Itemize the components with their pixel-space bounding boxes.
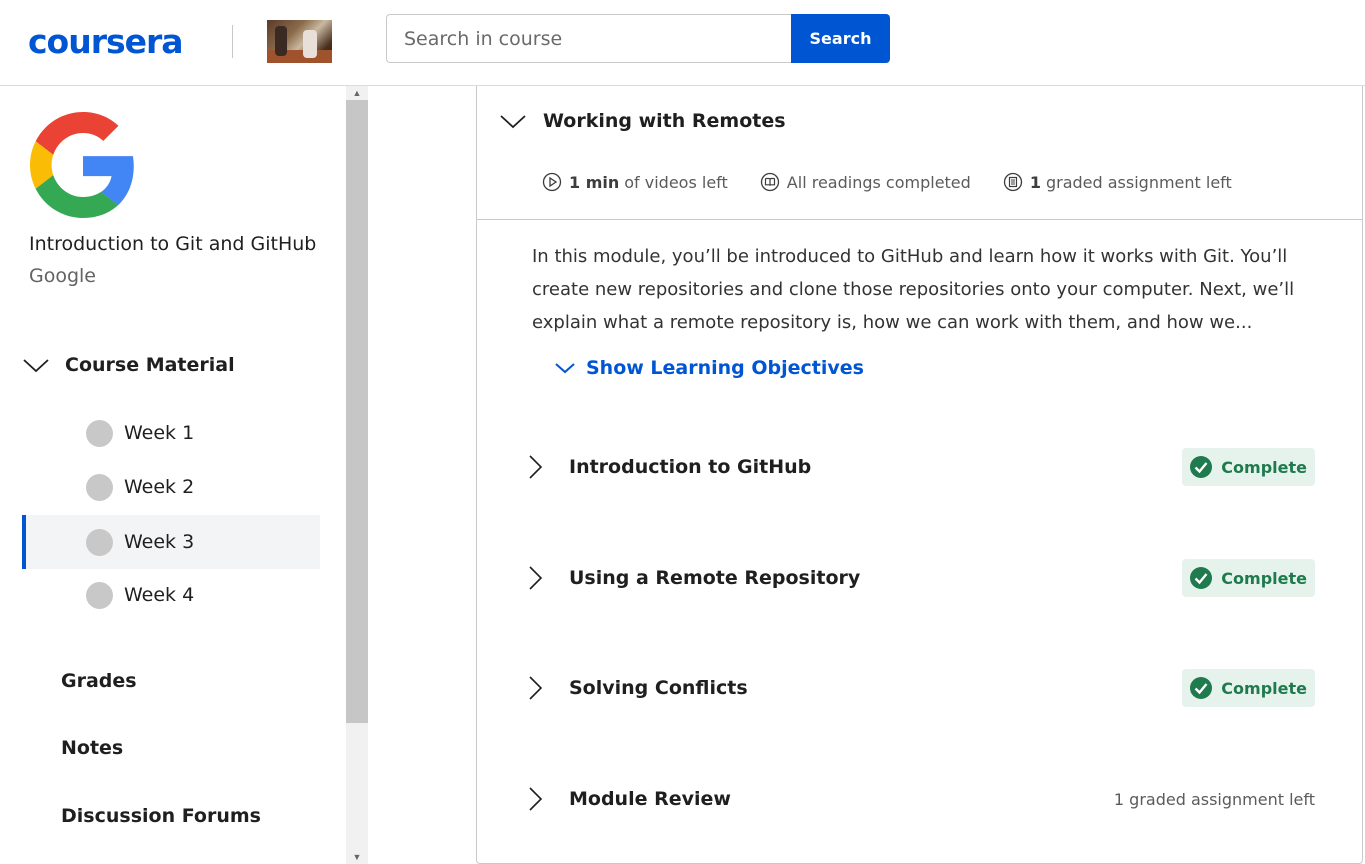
sidebar-item-notes[interactable]: Notes xyxy=(61,737,123,759)
videos-stat-value: 1 min xyxy=(569,172,620,192)
module-stats: 1 min of videos left All readings comple… xyxy=(542,172,1264,192)
chevron-right-icon xyxy=(529,676,543,700)
complete-badge: Complete xyxy=(1182,448,1315,486)
module-description: In this module, you’ll be introduced to … xyxy=(532,246,1295,333)
status-label: Complete xyxy=(1221,457,1307,477)
chevron-right-icon xyxy=(529,787,543,811)
week-label: Week 4 xyxy=(124,584,195,606)
sidebar: Introduction to Git and GitHub Google Co… xyxy=(0,86,346,864)
sidebar-item-week-4[interactable]: Week 4 xyxy=(22,568,320,622)
lesson-title: Solving Conflicts xyxy=(569,677,748,699)
search-button[interactable]: Search xyxy=(791,14,890,63)
week-progress-icon xyxy=(86,419,113,447)
google-logo-icon xyxy=(30,112,134,218)
module-collapse-toggle[interactable]: Working with Remotes xyxy=(499,110,786,132)
header-divider xyxy=(232,25,233,58)
lesson-row[interactable]: Solving Conflicts Complete xyxy=(527,668,1317,708)
scroll-up-arrow-icon[interactable]: ▲ xyxy=(346,86,368,100)
course-partner: Google xyxy=(29,265,97,287)
complete-badge: Complete xyxy=(1182,669,1315,707)
lesson-row[interactable]: Using a Remote Repository Complete xyxy=(527,558,1317,598)
show-learning-objectives-link[interactable]: Show Learning Objectives xyxy=(554,357,864,379)
course-material-label: Course Material xyxy=(65,354,235,376)
readings-stat: All readings completed xyxy=(760,172,971,192)
lesson-title: Using a Remote Repository xyxy=(569,567,861,589)
chevron-down-icon xyxy=(555,363,575,374)
top-header: coursera Search xyxy=(0,0,1365,86)
week-label: Week 2 xyxy=(124,476,195,498)
week-progress-icon xyxy=(86,581,113,609)
chevron-right-icon xyxy=(529,566,543,590)
status-label: Complete xyxy=(1221,568,1307,588)
partner-image xyxy=(267,20,332,63)
course-title[interactable]: Introduction to Git and GitHub xyxy=(29,233,316,255)
sidebar-item-week-2[interactable]: Week 2 xyxy=(22,460,320,514)
scroll-down-arrow-icon[interactable]: ▼ xyxy=(346,850,368,864)
readings-stat-text: All readings completed xyxy=(786,172,971,192)
status-label: Complete xyxy=(1221,678,1307,698)
book-open-icon xyxy=(760,172,779,192)
lesson-row[interactable]: Introduction to GitHub Complete xyxy=(527,447,1317,487)
videos-stat-text: of videos left xyxy=(624,172,728,192)
chevron-down-icon xyxy=(23,359,49,373)
lesson-meta: 1 graded assignment left xyxy=(1113,789,1315,809)
sidebar-item-week-1[interactable]: Week 1 xyxy=(22,406,320,460)
check-circle-icon xyxy=(1190,567,1213,589)
assignment-icon xyxy=(1003,172,1022,192)
show-learning-objectives-label: Show Learning Objectives xyxy=(586,357,864,379)
chevron-right-icon xyxy=(529,455,543,479)
search-input[interactable] xyxy=(386,14,792,63)
check-circle-icon xyxy=(1190,677,1213,699)
course-material-toggle[interactable]: Course Material xyxy=(22,354,235,376)
scrollbar-thumb[interactable] xyxy=(346,100,368,723)
coursera-logo[interactable]: coursera xyxy=(28,22,184,61)
complete-badge: Complete xyxy=(1182,559,1315,597)
play-circle-icon xyxy=(542,172,562,192)
sidebar-scrollbar[interactable]: ▲ ▼ xyxy=(346,86,368,864)
lesson-row[interactable]: Module Review 1 graded assignment left xyxy=(527,779,1317,819)
lesson-title: Module Review xyxy=(569,788,731,810)
assignments-stat-value: 1 xyxy=(1029,172,1041,192)
lesson-title: Introduction to GitHub xyxy=(569,456,812,478)
sidebar-item-discussion-forums[interactable]: Discussion Forums xyxy=(61,805,261,827)
assignments-stat-text: graded assignment left xyxy=(1045,172,1232,192)
module-title: Working with Remotes xyxy=(543,110,786,132)
week-progress-icon xyxy=(86,473,113,501)
week-label: Week 1 xyxy=(124,422,195,444)
videos-stat: 1 min of videos left xyxy=(542,172,728,192)
assignments-stat: 1 graded assignment left xyxy=(1003,172,1232,192)
week-label: Week 3 xyxy=(124,531,195,553)
module-header-divider xyxy=(477,219,1362,220)
module-card: Working with Remotes 1 min of videos lef… xyxy=(476,86,1363,864)
sidebar-item-week-3[interactable]: Week 3 xyxy=(22,515,320,569)
check-circle-icon xyxy=(1190,456,1213,478)
sidebar-item-grades[interactable]: Grades xyxy=(61,670,137,692)
week-progress-icon xyxy=(86,528,113,556)
chevron-down-icon xyxy=(500,115,526,129)
